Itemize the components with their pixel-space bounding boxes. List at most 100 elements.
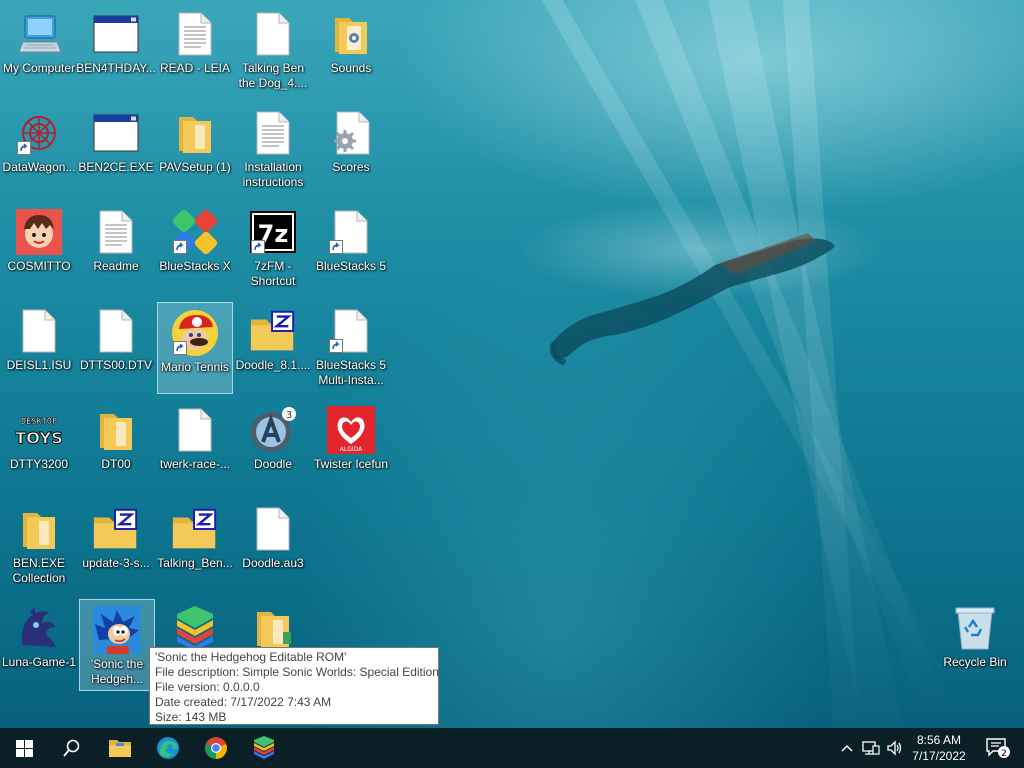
update-3-zip[interactable]: update-3-s... [78, 499, 154, 591]
autoit-three-text: 3 [286, 410, 292, 421]
blank-file-icon [249, 10, 297, 58]
icon-label: 7zFM - Shortcut [250, 259, 296, 288]
search-icon [63, 739, 80, 757]
dt00-folder[interactable]: DT00 [78, 400, 154, 492]
talking-ben-file[interactable]: Talking Ben the Dog_4.... [235, 4, 311, 96]
network-button[interactable] [860, 728, 882, 768]
search-button[interactable] [48, 728, 96, 768]
icon-label: BEN.EXE Collection [12, 556, 66, 585]
file-tooltip: 'Sonic the Hedgehog Editable ROM' File d… [149, 647, 439, 725]
desktop[interactable]: My Computer DataWagon... COSMITTO DEISL1… [0, 0, 1024, 728]
notification-count: 2 [1001, 749, 1007, 759]
datawagon-shortcut[interactable]: DataWagon... [1, 103, 77, 195]
readme-file[interactable]: Readme [78, 202, 154, 294]
volume-button[interactable] [884, 728, 906, 768]
application-window-icon [92, 109, 140, 157]
sonic-rom-file[interactable]: 'Sonic the Hedgeh... [79, 599, 155, 691]
ben-exe-collection-folder[interactable]: BEN.EXE Collection [1, 499, 77, 591]
icon-label: READ - LEIA [159, 61, 231, 75]
doodle-autoit-shortcut[interactable]: 3 Doodle [235, 400, 311, 492]
dtts00-file[interactable]: DTTS00.DTV [78, 301, 154, 393]
edge-button[interactable] [144, 728, 192, 768]
text-file-icon [92, 208, 140, 256]
luna-icon [15, 604, 63, 652]
blank-file-icon [327, 208, 375, 256]
icon-label: DT00 [101, 457, 131, 471]
doodle-au3-file[interactable]: Doodle.au3 [235, 499, 311, 591]
show-hidden-icons-button[interactable] [838, 728, 856, 768]
shortcut-arrow-icon [17, 141, 31, 155]
network-icon [862, 741, 880, 755]
icon-label: Mario Tennis [161, 360, 229, 374]
bluestacks-5-multi-instance-shortcut[interactable]: BlueStacks 5 Multi-Insta... [313, 301, 389, 393]
ben4thday-exe[interactable]: BEN4THDAY... [76, 4, 156, 96]
bluestacks-5-shortcut[interactable]: BlueStacks 5 [313, 202, 389, 294]
bluestacks-taskbar-button[interactable] [240, 728, 288, 768]
icon-label: 'Sonic the Hedgeh... [90, 657, 144, 686]
tooltip-name: 'Sonic the Hedgehog Editable ROM' [155, 650, 347, 664]
blank-file-icon [92, 307, 140, 355]
twister-icefun-shortcut[interactable]: ALGIDA Twister Icefun [313, 400, 389, 492]
chrome-icon [205, 737, 227, 759]
mario-tennis-shortcut[interactable]: Mario Tennis [157, 302, 233, 394]
sounds-folder[interactable]: Sounds [313, 4, 389, 96]
cosmitto-shortcut[interactable]: COSMITTO [1, 202, 77, 294]
tooltip-version: File version: 0.0.0.0 [155, 680, 260, 694]
bluestacks-icon [171, 604, 219, 652]
pavsetup-folder[interactable]: PAVSetup (1) [157, 103, 233, 195]
deisl1-file[interactable]: DEISL1.ISU [1, 301, 77, 393]
scores-file[interactable]: Scores [313, 103, 389, 195]
chrome-button[interactable] [192, 728, 240, 768]
7zfm-shortcut[interactable]: 7z 7zFM - Shortcut [235, 202, 311, 294]
datawagon-icon [15, 109, 63, 157]
icon-label: BEN2CE.EXE [78, 160, 154, 174]
file-explorer-button[interactable] [96, 728, 144, 768]
icon-label: BEN4THDAY... [76, 61, 156, 75]
cosmitto-icon [15, 208, 63, 256]
icon-label: PAVSetup (1) [159, 160, 231, 174]
installation-instructions-file[interactable]: Installation instructions [235, 103, 311, 195]
icon-label: Talking_Ben... [157, 556, 233, 570]
shortcut-arrow-icon [173, 341, 187, 355]
shortcut-arrow-icon [329, 339, 343, 353]
swimmer-silhouette [550, 233, 835, 366]
shortcut-arrow-icon [329, 240, 343, 254]
action-center-button[interactable]: 2 [978, 728, 1018, 768]
read-leia-file[interactable]: READ - LEIA [157, 4, 233, 96]
icon-label: Doodle.au3 [242, 556, 304, 570]
talking-ben-zip[interactable]: Talking_Ben... [157, 499, 233, 591]
clock-time: 8:56 AM [916, 733, 962, 747]
icon-label: BlueStacks 5 [315, 259, 387, 273]
zip-folder-icon [249, 307, 297, 355]
ben2ce-exe[interactable]: BEN2CE.EXE [78, 103, 154, 195]
icon-label: Readme [93, 259, 139, 273]
icon-label: DTTY3200 [9, 457, 69, 471]
my-computer-shortcut[interactable]: My Computer [1, 4, 77, 96]
application-window-icon [92, 10, 140, 58]
algida-icon: ALGIDA [327, 406, 375, 454]
blank-file-icon [249, 505, 297, 553]
icon-label: twerk-race-... [159, 457, 230, 471]
icon-label: Twister Icefun [313, 457, 389, 471]
twerk-race-file[interactable]: twerk-race-... [157, 400, 233, 492]
clock[interactable]: 8:56 AM 7/17/2022 [908, 728, 970, 768]
sound-folder-icon [327, 10, 375, 58]
icon-label: COSMITTO [7, 259, 71, 273]
clock-date: 7/17/2022 [912, 749, 966, 763]
start-button[interactable] [0, 728, 48, 768]
shortcut-arrow-icon [173, 240, 187, 254]
icon-label: DTTS00.DTV [79, 358, 152, 372]
folder-icon [92, 406, 140, 454]
dtty3200-file[interactable]: DESKTOP TOYS DTTY3200 [1, 400, 77, 492]
bluestacks-x-shortcut[interactable]: BlueStacks X [157, 202, 233, 294]
text-file-icon [249, 109, 297, 157]
bluestacks-icon [254, 736, 274, 759]
bluestacks-x-icon [171, 208, 219, 256]
luna-game-shortcut[interactable]: Luna-Game-1 [1, 598, 77, 690]
windows-logo-icon [15, 739, 33, 757]
doodle-zip[interactable]: Doodle_8.1.... [235, 301, 311, 393]
icon-label: Sounds [330, 61, 372, 75]
recycle-bin[interactable]: Recycle Bin [937, 598, 1013, 690]
algida-text: ALGIDA [340, 446, 363, 453]
settings-file-icon [327, 109, 375, 157]
